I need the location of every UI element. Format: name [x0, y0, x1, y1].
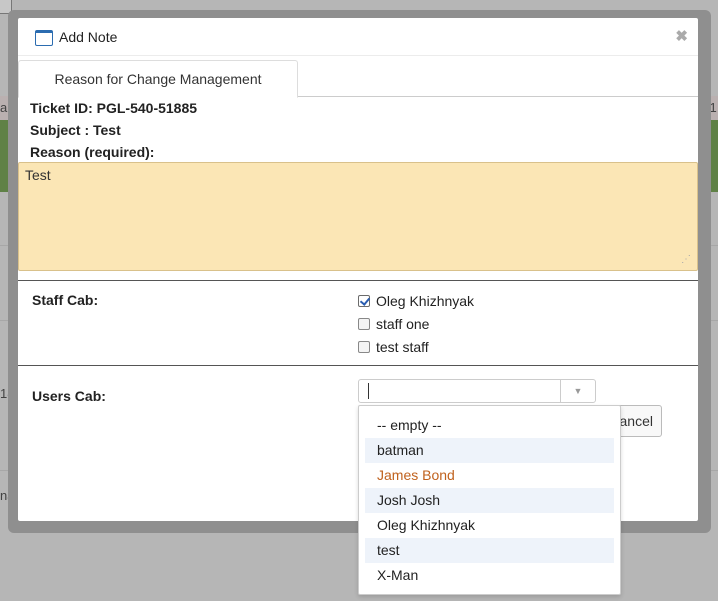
dialog-title: Add Note: [59, 29, 118, 45]
staff-option-staff-one[interactable]: staff one: [358, 314, 429, 334]
users-cab-dropdown: -- empty -- batman James Bond Josh Josh …: [358, 405, 621, 595]
staff-cab-label: Staff Cab:: [32, 292, 99, 308]
dropdown-option-empty[interactable]: -- empty --: [365, 413, 614, 438]
dropdown-option-x-man[interactable]: X-Man: [365, 563, 614, 588]
checkbox-checked-icon[interactable]: [358, 295, 370, 307]
text-caret: [368, 383, 369, 399]
ticket-id: Ticket ID: PGL-540-51885: [30, 100, 198, 116]
dropdown-option-josh-josh[interactable]: Josh Josh: [365, 488, 614, 513]
dropdown-option-james-bond[interactable]: James Bond: [365, 463, 614, 488]
chevron-down-icon[interactable]: ▼: [560, 380, 595, 402]
section-divider: [18, 280, 698, 281]
users-cab-label: Users Cab:: [32, 388, 106, 404]
dropdown-option-batman[interactable]: batman: [365, 438, 614, 463]
staff-option-test-staff[interactable]: test staff: [358, 337, 429, 357]
dropdown-option-oleg-khizhnyak[interactable]: Oleg Khizhnyak: [365, 513, 614, 538]
staff-option-oleg[interactable]: Oleg Khizhnyak: [358, 291, 474, 311]
close-icon[interactable]: ✖: [675, 27, 688, 45]
resize-grip-icon[interactable]: ⋰: [681, 254, 691, 265]
subject: Subject : Test: [30, 122, 121, 138]
dialog-header: Add Note ✖: [18, 18, 698, 56]
checkbox-icon[interactable]: [358, 318, 370, 330]
window-icon: [35, 30, 53, 46]
checkbox-icon[interactable]: [358, 341, 370, 353]
reason-textarea[interactable]: Test: [18, 162, 698, 271]
staff-option-label: staff one: [376, 316, 430, 332]
tab-reason-for-change[interactable]: Reason for Change Management: [18, 60, 298, 98]
reason-label: Reason (required):: [30, 144, 155, 160]
staff-option-label: test staff: [376, 339, 429, 355]
staff-option-label: Oleg Khizhnyak: [376, 293, 475, 309]
section-divider: [18, 365, 698, 366]
dropdown-option-test[interactable]: test: [365, 538, 614, 563]
users-cab-select[interactable]: ▼: [358, 379, 596, 403]
tab-bar: Reason for Change Management: [18, 60, 698, 98]
